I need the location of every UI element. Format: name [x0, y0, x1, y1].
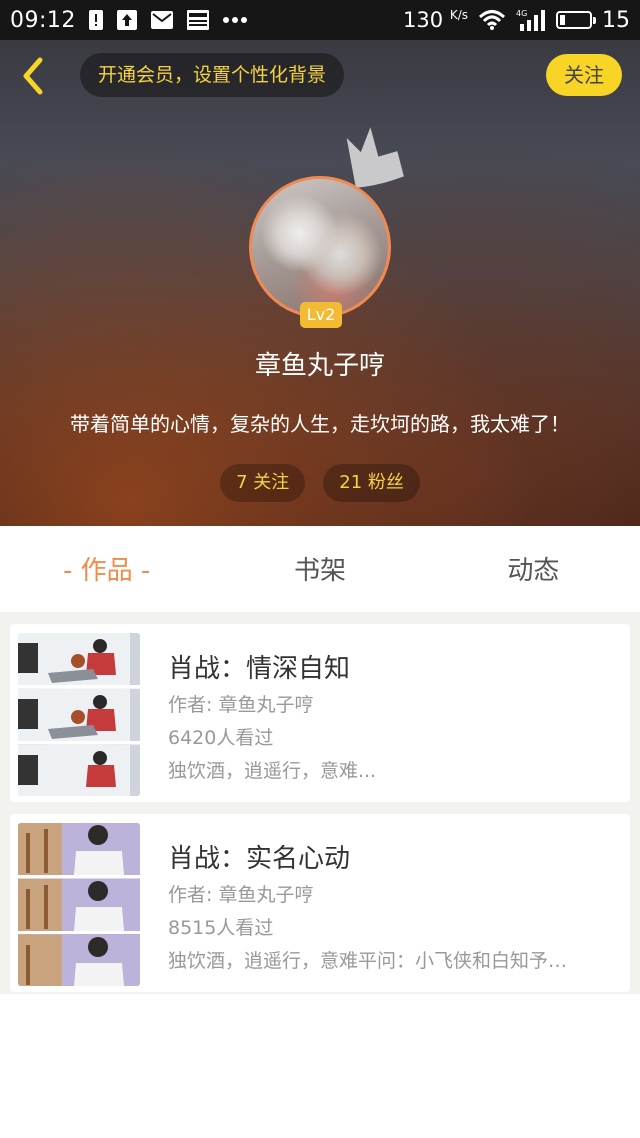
wifi-icon	[478, 9, 506, 31]
signal-icon: 4G	[516, 8, 546, 32]
network-speed: 130 K/s	[403, 8, 468, 32]
work-card[interactable]: 肖战：情深自知 作者: 章鱼丸子哼 6420人看过 独饮酒，逍遥行，意难...	[10, 624, 630, 802]
work-title: 肖战：实名心动	[168, 844, 351, 874]
work-title: 肖战：情深自知	[168, 654, 351, 684]
chevron-left-icon	[23, 57, 43, 95]
works-list: 肖战：情深自知 作者: 章鱼丸子哼 6420人看过 独饮酒，逍遥行，意难...	[0, 612, 640, 994]
upload-icon	[116, 9, 138, 31]
profile-stats: 7 关注 21 粉丝	[0, 464, 640, 502]
avatar[interactable]	[249, 176, 391, 318]
profile-tabs: - 作品 - 书架 动态	[0, 526, 640, 616]
tab-bookshelf[interactable]: 书架	[213, 526, 426, 616]
work-views: 8515人看过	[168, 917, 274, 939]
work-cover-image	[18, 633, 140, 796]
followers-count[interactable]: 21 粉丝	[323, 464, 420, 502]
level-badge: Lv2	[300, 302, 342, 328]
mail-icon	[150, 10, 174, 30]
news-icon	[186, 9, 210, 31]
work-description: 独饮酒，逍遥行，意难...	[168, 760, 377, 782]
more-dots-icon	[222, 16, 248, 24]
profile-header: 开通会员，设置个性化背景 关注 Lv2 章鱼丸子哼 带着简单的心情，复杂的人生，…	[0, 40, 640, 526]
work-card[interactable]: 肖战：实名心动 作者: 章鱼丸子哼 8515人看过 独饮酒，逍遥行，意难平问：小…	[10, 814, 630, 992]
empty-area	[0, 994, 640, 1138]
vip-background-prompt[interactable]: 开通会员，设置个性化背景	[80, 53, 345, 97]
tab-works[interactable]: - 作品 -	[0, 526, 213, 616]
work-views: 6420人看过	[168, 727, 274, 749]
follow-button[interactable]: 关注	[546, 54, 622, 96]
user-bio: 带着简单的心情，复杂的人生，走坎坷的路，我太难了！	[70, 412, 570, 436]
work-author: 作者: 章鱼丸子哼	[168, 694, 314, 716]
status-time: 09:12	[10, 7, 76, 33]
following-count[interactable]: 7 关注	[220, 464, 306, 502]
tab-activity[interactable]: 动态	[427, 526, 640, 616]
battery-icon	[556, 11, 596, 29]
signal-type-label: 4G	[516, 9, 527, 18]
back-button[interactable]	[14, 54, 54, 98]
work-author: 作者: 章鱼丸子哼	[168, 884, 314, 906]
work-cover-image	[18, 823, 140, 986]
alert-icon	[88, 9, 104, 31]
username: 章鱼丸子哼	[254, 351, 385, 381]
status-bar: 09:12 130 K/s 4G 15	[0, 0, 640, 40]
battery-level: 15	[602, 7, 630, 33]
work-description: 独饮酒，逍遥行，意难平问：小飞侠和白知予…	[168, 950, 568, 972]
